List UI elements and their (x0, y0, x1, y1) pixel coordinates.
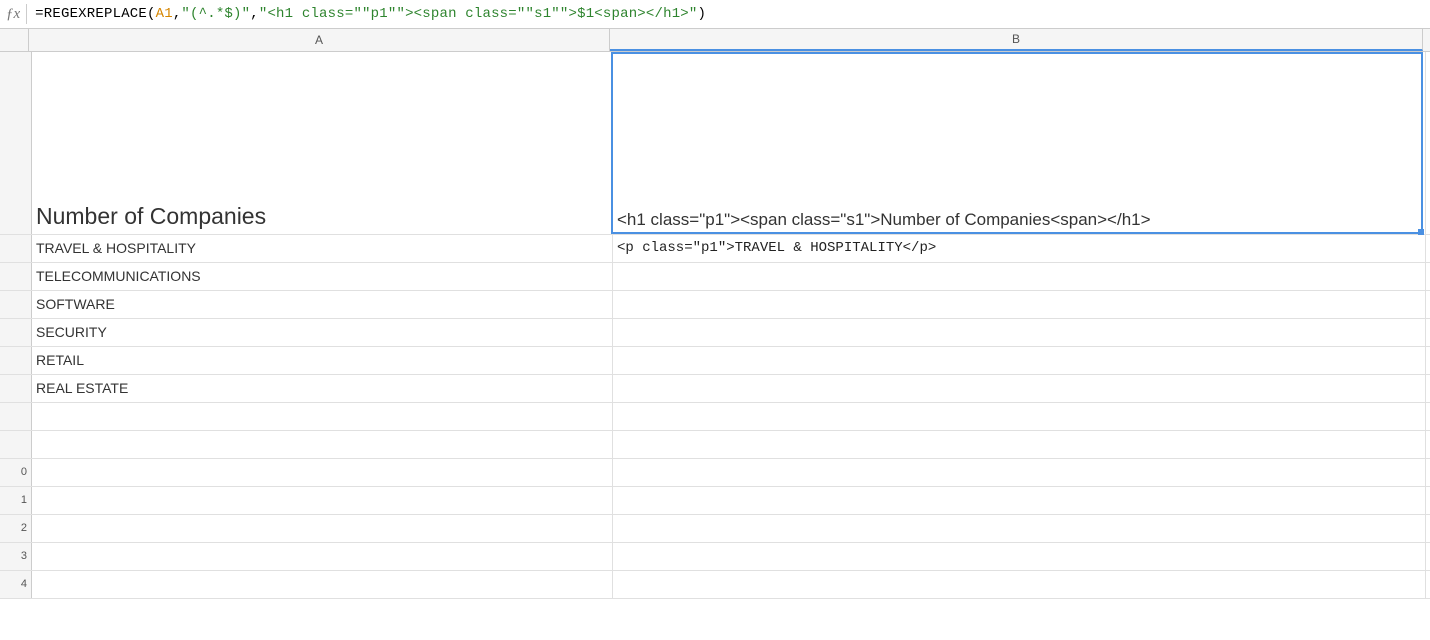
cell-b11[interactable] (613, 487, 1426, 514)
row-3: TELECOMMUNICATIONS (0, 263, 1430, 291)
cell-b12[interactable] (613, 515, 1426, 542)
cell-a5[interactable]: SECURITY (32, 319, 613, 346)
cell-b6[interactable] (613, 347, 1426, 374)
row-number[interactable]: 4 (0, 571, 32, 598)
row-2: TRAVEL & HOSPITALITY <p class="p1">TRAVE… (0, 235, 1430, 263)
row-number[interactable] (0, 263, 32, 290)
formula-arg2: "(^.*$)" (181, 6, 250, 22)
row-13: 3 (0, 543, 1430, 571)
row-4: SOFTWARE (0, 291, 1430, 319)
column-header-b[interactable]: B (610, 29, 1423, 51)
cell-a13[interactable] (32, 543, 613, 570)
row-11: 1 (0, 487, 1430, 515)
cell-b4[interactable] (613, 291, 1426, 318)
row-7: REAL ESTATE (0, 375, 1430, 403)
row-1: Number of Companies <h1 class="p1"><span… (0, 52, 1430, 235)
formula-bar[interactable]: ƒx =REGEXREPLACE(A1,"(^.*$)","<h1 class=… (0, 0, 1430, 29)
select-all-corner[interactable] (0, 29, 29, 51)
cell-a2[interactable]: TRAVEL & HOSPITALITY (32, 235, 613, 262)
cell-value: Number of Companies (36, 203, 266, 230)
cell-b1[interactable]: <h1 class="p1"><span class="s1">Number o… (613, 52, 1426, 234)
cell-a10[interactable] (32, 459, 613, 486)
cell-a11[interactable] (32, 487, 613, 514)
column-headers: A B (0, 29, 1430, 52)
row-number[interactable] (0, 431, 32, 458)
row-number[interactable]: 3 (0, 543, 32, 570)
cell-b2[interactable]: <p class="p1">TRAVEL & HOSPITALITY</p> (613, 235, 1426, 262)
cell-b9[interactable] (613, 431, 1426, 458)
formula-open: ( (147, 6, 156, 22)
formula-content[interactable]: =REGEXREPLACE(A1,"(^.*$)","<h1 class=""p… (35, 6, 706, 22)
row-number[interactable]: 0 (0, 459, 32, 486)
row-8 (0, 403, 1430, 431)
cell-b3[interactable] (613, 263, 1426, 290)
cell-a6[interactable]: RETAIL (32, 347, 613, 374)
formula-ref: A1 (156, 6, 173, 22)
fx-icon: ƒx (6, 6, 26, 23)
row-12: 2 (0, 515, 1430, 543)
row-number[interactable] (0, 347, 32, 374)
cell-a12[interactable] (32, 515, 613, 542)
cell-b8[interactable] (613, 403, 1426, 430)
row-10: 0 (0, 459, 1430, 487)
row-number[interactable] (0, 375, 32, 402)
formula-eq: = (35, 6, 44, 22)
row-number[interactable] (0, 403, 32, 430)
cell-b7[interactable] (613, 375, 1426, 402)
cell-a3[interactable]: TELECOMMUNICATIONS (32, 263, 613, 290)
cell-a4[interactable]: SOFTWARE (32, 291, 613, 318)
cell-a1[interactable]: Number of Companies (32, 52, 613, 234)
column-header-a[interactable]: A (29, 29, 610, 51)
cell-value: <h1 class="p1"><span class="s1">Number o… (617, 210, 1151, 230)
cell-b5[interactable] (613, 319, 1426, 346)
cell-a8[interactable] (32, 403, 613, 430)
cell-a9[interactable] (32, 431, 613, 458)
cell-b13[interactable] (613, 543, 1426, 570)
cell-a14[interactable] (32, 571, 613, 598)
formula-close: ) (698, 6, 707, 22)
row-number[interactable] (0, 52, 32, 234)
row-number[interactable]: 2 (0, 515, 32, 542)
spreadsheet-grid[interactable]: A B Number of Companies <h1 class="p1"><… (0, 29, 1430, 599)
row-14: 4 (0, 571, 1430, 599)
formula-arg3: "<h1 class=""p1""><span class=""s1"">$1<… (259, 6, 698, 22)
formula-comma2: , (250, 6, 259, 22)
row-number[interactable] (0, 235, 32, 262)
row-number[interactable] (0, 319, 32, 346)
rows-container: Number of Companies <h1 class="p1"><span… (0, 52, 1430, 599)
cell-b10[interactable] (613, 459, 1426, 486)
row-5: SECURITY (0, 319, 1430, 347)
row-6: RETAIL (0, 347, 1430, 375)
cell-a7[interactable]: REAL ESTATE (32, 375, 613, 402)
formula-func: REGEXREPLACE (44, 6, 147, 22)
cell-b14[interactable] (613, 571, 1426, 598)
row-number[interactable] (0, 291, 32, 318)
row-number[interactable]: 1 (0, 487, 32, 514)
formula-divider (26, 4, 27, 24)
row-9 (0, 431, 1430, 459)
